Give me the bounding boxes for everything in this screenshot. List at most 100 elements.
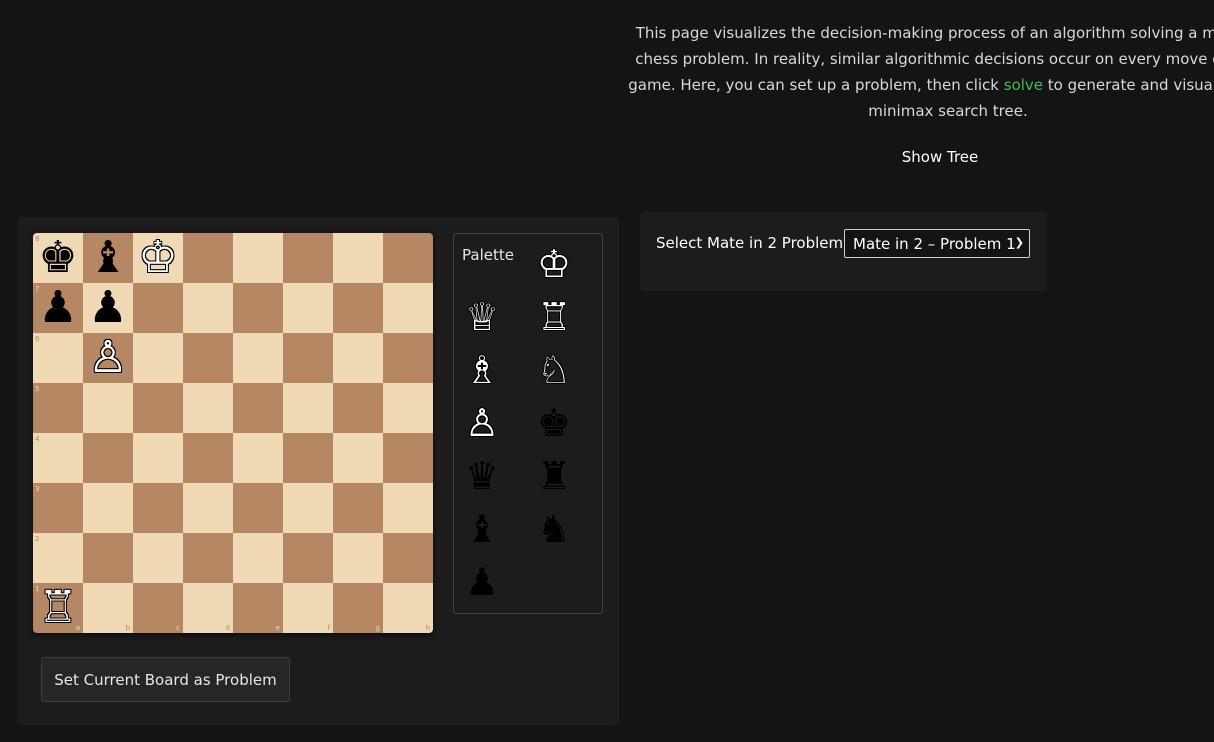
square-f5[interactable] [283,383,333,433]
square-d7[interactable] [183,283,233,333]
palette-label: Palette [462,246,514,264]
square-c1[interactable]: c [133,583,183,633]
square-g3[interactable] [333,483,383,533]
rank-label: 2 [35,535,40,543]
black-king-icon[interactable]: ♚ [38,236,77,280]
square-d3[interactable] [183,483,233,533]
square-a4[interactable]: 4 [33,433,83,483]
square-b7[interactable]: ♟ [83,283,133,333]
square-d5[interactable] [183,383,233,433]
square-c5[interactable] [133,383,183,433]
square-h8[interactable] [383,233,433,283]
square-f1[interactable]: f [283,583,333,633]
palette-piece[interactable]: ♚ [534,403,574,443]
palette-piece[interactable]: ♖ [534,297,574,337]
square-e5[interactable] [233,383,283,433]
palette-piece[interactable]: ♙ [462,403,502,443]
palette-piece[interactable]: ♟ [462,562,502,602]
square-c3[interactable] [133,483,183,533]
square-d4[interactable] [183,433,233,483]
square-h5[interactable] [383,383,433,433]
square-c6[interactable] [133,333,183,383]
square-h6[interactable] [383,333,433,383]
black-bishop-icon[interactable]: ♝ [88,236,127,280]
square-a2[interactable]: 2 [33,533,83,583]
square-c7[interactable] [133,283,183,333]
black-queen-icon: ♛ [464,454,500,498]
square-f4[interactable] [283,433,333,483]
square-b3[interactable] [83,483,133,533]
piece-palette: Palette ♔ ♕ ♖ ♗ ♘ ♙ ♚ ♛ ♜ ♝ ♞ ♟ [453,233,603,614]
square-d8[interactable] [183,233,233,283]
square-g4[interactable] [333,433,383,483]
square-e7[interactable] [233,283,283,333]
square-c8[interactable]: ♔ [133,233,183,283]
white-queen-icon: ♕ [464,295,500,339]
palette-piece[interactable]: ♞ [534,509,574,549]
square-c4[interactable] [133,433,183,483]
square-g2[interactable] [333,533,383,583]
square-g6[interactable] [333,333,383,383]
show-tree-button[interactable]: Show Tree [870,148,1010,166]
black-bishop-icon: ♝ [464,507,500,551]
white-bishop-icon: ♗ [464,348,500,392]
square-a1[interactable]: 1 a ♖ [33,583,83,633]
square-a5[interactable]: 5 [33,383,83,433]
palette-piece[interactable]: ♝ [462,509,502,549]
square-e4[interactable] [233,433,283,483]
palette-piece[interactable]: ♗ [462,350,502,390]
square-h1[interactable]: h [383,583,433,633]
square-e1[interactable]: e [233,583,283,633]
solve-link[interactable]: solve [1004,76,1043,94]
square-h4[interactable] [383,433,433,483]
square-c2[interactable] [133,533,183,583]
intro-text: This page visualizes the decision-making… [628,20,1214,124]
square-h2[interactable] [383,533,433,583]
square-b5[interactable] [83,383,133,433]
square-e8[interactable] [233,233,283,283]
problem-select[interactable]: Mate in 2 – Problem 1 ❯ [844,229,1030,258]
square-b4[interactable] [83,433,133,483]
black-pawn-icon[interactable]: ♟ [38,286,77,330]
square-e3[interactable] [233,483,283,533]
palette-piece[interactable]: ♘ [534,350,574,390]
square-g1[interactable]: g [333,583,383,633]
square-b8[interactable]: ♝ [83,233,133,283]
rank-label: 3 [35,485,40,493]
square-d1[interactable]: d [183,583,233,633]
square-a8[interactable]: 8 ♚ [33,233,83,283]
palette-piece[interactable]: ♛ [462,456,502,496]
square-a7[interactable]: 7 ♟ [33,283,83,333]
square-f3[interactable] [283,483,333,533]
square-a3[interactable]: 3 [33,483,83,533]
square-e6[interactable] [233,333,283,383]
square-b2[interactable] [83,533,133,583]
square-f2[interactable] [283,533,333,583]
square-h3[interactable] [383,483,433,533]
square-g7[interactable] [333,283,383,333]
black-pawn-icon[interactable]: ♟ [88,286,127,330]
square-d2[interactable] [183,533,233,583]
rank-label: 4 [35,435,40,443]
square-f7[interactable] [283,283,333,333]
set-board-as-problem-button[interactable]: Set Current Board as Problem [41,657,290,702]
square-b6[interactable]: ♙ [83,333,133,383]
square-f8[interactable] [283,233,333,283]
palette-piece[interactable]: ♕ [462,297,502,337]
square-a6[interactable]: 6 [33,333,83,383]
palette-piece[interactable]: ♔ [534,244,574,284]
square-d6[interactable] [183,333,233,383]
square-e2[interactable] [233,533,283,583]
white-pawn-icon[interactable]: ♙ [88,336,127,380]
problem-select-value: Mate in 2 – Problem 1 [853,234,1016,253]
palette-piece[interactable]: ♜ [534,456,574,496]
square-b1[interactable]: b [83,583,133,633]
white-king-icon[interactable]: ♔ [138,236,177,280]
black-knight-icon: ♞ [536,507,572,551]
white-rook-icon[interactable]: ♖ [38,586,77,630]
square-f6[interactable] [283,333,333,383]
square-g8[interactable] [333,233,383,283]
white-king-icon: ♔ [536,242,572,286]
square-h7[interactable] [383,283,433,333]
square-g5[interactable] [333,383,383,433]
